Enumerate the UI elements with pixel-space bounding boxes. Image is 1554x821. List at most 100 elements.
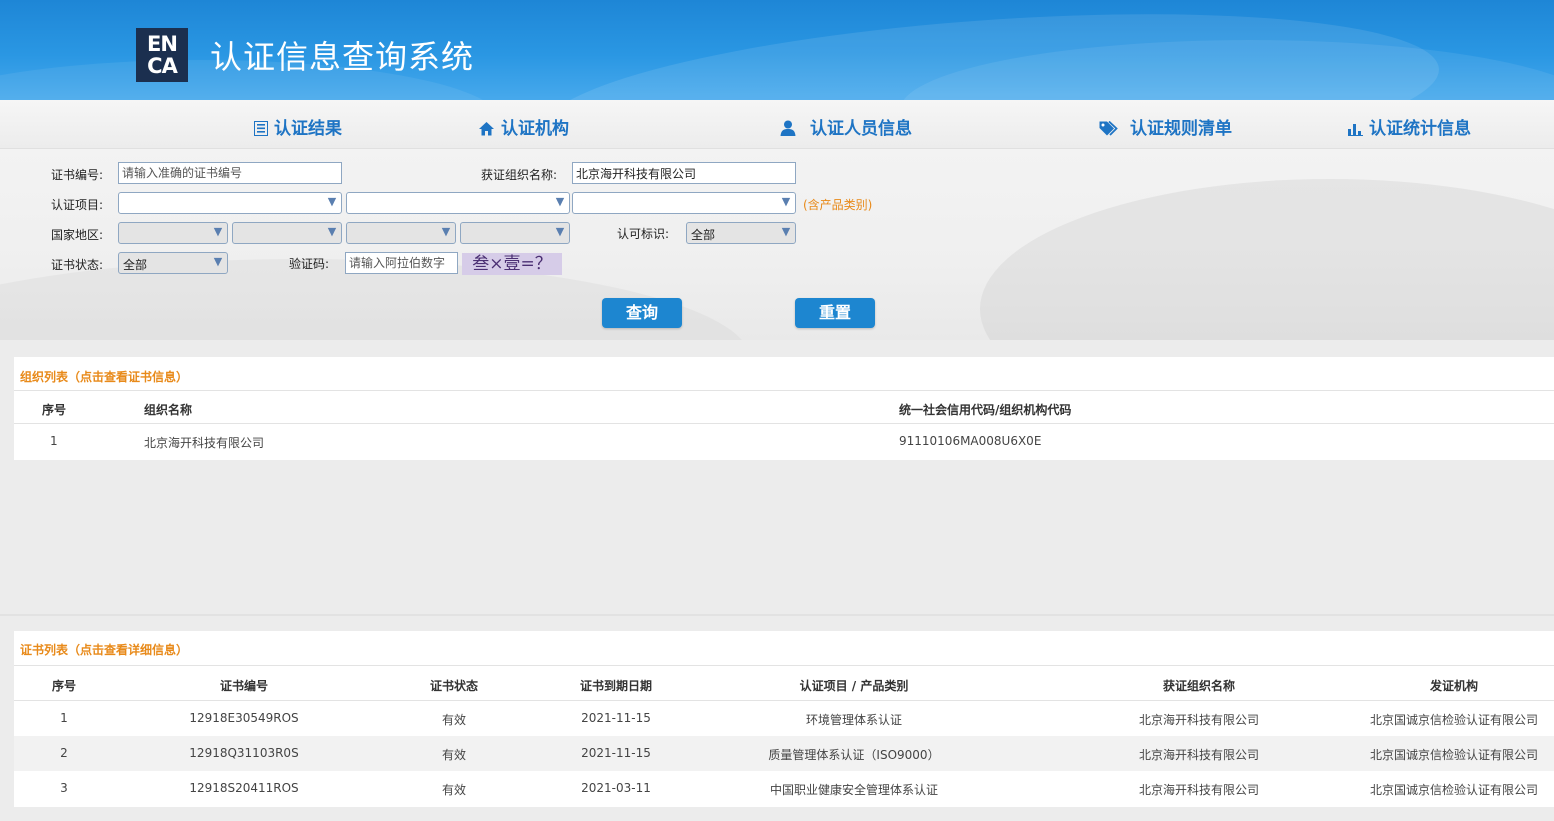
project-select-1[interactable]: ▼ (118, 192, 342, 214)
tags-icon (1099, 120, 1118, 141)
credit-code: 91110106MA008U6X0E (899, 434, 1042, 448)
reset-button[interactable]: 重置 (795, 298, 875, 328)
accredit-select-value: 全部 (691, 228, 716, 242)
cert-list-panel: 证书列表（点击查看详细信息） 序号 证书编号 证书状态 证书到期日期 认证项目 … (14, 631, 1554, 807)
cnca-logo: EN CA (136, 28, 188, 82)
region-select-3[interactable]: ▼ (346, 222, 456, 244)
column-header: 获证组织名称 (1162, 679, 1235, 693)
header-banner: EN CA 认证信息查询系统 (0, 0, 1554, 100)
column-header: 证书状态 (429, 679, 478, 693)
nav-item-personnel[interactable]: 认证人员信息 (780, 114, 912, 141)
nav-label: 认证规则清单 (1130, 119, 1232, 139)
chevron-down-icon: ▼ (555, 225, 565, 238)
chevron-down-icon: ▼ (213, 255, 223, 268)
accredit-label: 认可标识: (617, 227, 670, 241)
cert-expiry: 2021-11-15 (581, 746, 651, 760)
row-number: 2 (60, 746, 68, 760)
app-title: 认证信息查询系统 (210, 38, 475, 76)
list-icon (254, 121, 268, 141)
cert-number: 12918S20411ROS (189, 781, 299, 795)
home-icon (478, 121, 495, 141)
status-select-value: 全部 (123, 258, 148, 272)
main-nav: 认证结果 认证机构 认证人员信息 认证规则清单 认证统计信息 (0, 100, 1554, 149)
nav-item-cert-results[interactable]: 认证结果 (254, 114, 342, 141)
cert-status: 有效 (441, 713, 466, 727)
status-select[interactable]: 全部 ▼ (118, 252, 228, 274)
org-name-input[interactable] (572, 162, 796, 184)
project-label: 认证项目: (51, 198, 104, 212)
nav-label: 认证结果 (274, 119, 342, 139)
cert-issuer: 北京国诚京信检验认证有限公司 (1369, 713, 1538, 727)
cert-status: 有效 (441, 748, 466, 762)
accredit-select[interactable]: 全部 ▼ (686, 222, 796, 244)
chevron-down-icon: ▼ (555, 195, 565, 208)
org-table-header: 序号 组织名称 统一社会信用代码/组织机构代码 (14, 390, 1554, 424)
chevron-down-icon: ▼ (327, 225, 337, 238)
nav-label: 认证机构 (501, 119, 569, 139)
chevron-down-icon: ▼ (213, 225, 223, 238)
product-category-hint: (含产品类别) (803, 198, 873, 212)
nav-item-rules[interactable]: 认证规则清单 (1099, 114, 1232, 141)
cert-expiry: 2021-03-11 (581, 781, 651, 795)
column-header: 证书编号 (219, 679, 268, 693)
region-label: 国家地区: (51, 228, 104, 242)
query-button[interactable]: 查询 (602, 298, 682, 328)
project-select-2[interactable]: ▼ (346, 192, 570, 214)
cert-issuer: 北京国诚京信检验认证有限公司 (1369, 783, 1538, 797)
region-select-2[interactable]: ▼ (232, 222, 342, 244)
captcha-label: 验证码: (289, 257, 330, 271)
project-select-3[interactable]: ▼ (572, 192, 796, 214)
cert-number: 12918Q31103R0S (189, 746, 299, 760)
cert-project: 中国职业健康安全管理体系认证 (769, 783, 938, 797)
table-row[interactable]: 3 12918S20411ROS 有效 2021-03-11 中国职业健康安全管… (14, 771, 1554, 806)
region-select-1[interactable]: ▼ (118, 222, 228, 244)
nav-item-statistics[interactable]: 认证统计信息 (1348, 114, 1471, 141)
row-number: 1 (60, 711, 68, 725)
table-row[interactable]: 1 12918E30549ROS 有效 2021-11-15 环境管理体系认证 … (14, 701, 1554, 736)
cert-status: 有效 (441, 783, 466, 797)
section-divider (0, 614, 1554, 616)
user-icon (780, 120, 796, 141)
cert-no-label: 证书编号: (51, 168, 104, 182)
column-header: 认证项目 / 产品类别 (799, 679, 909, 693)
background-hill (980, 179, 1554, 340)
org-name-label: 获证组织名称: (481, 168, 558, 182)
nav-item-cert-bodies[interactable]: 认证机构 (478, 114, 569, 141)
region-select-4[interactable]: ▼ (460, 222, 570, 244)
org-list-panel: 组织列表（点击查看证书信息） 序号 组织名称 统一社会信用代码/组织机构代码 1… (14, 357, 1554, 460)
chevron-down-icon: ▼ (441, 225, 451, 238)
bar-chart-icon (1348, 121, 1363, 141)
cert-org: 北京海开科技有限公司 (1138, 783, 1259, 797)
cert-expiry: 2021-11-15 (581, 711, 651, 725)
org-name: 北京海开科技有限公司 (144, 436, 265, 450)
nav-label: 认证人员信息 (810, 119, 912, 139)
column-header: 组织名称 (144, 403, 193, 417)
row-number: 1 (50, 434, 58, 448)
cert-table-header: 序号 证书编号 证书状态 证书到期日期 认证项目 / 产品类别 获证组织名称 发… (14, 665, 1554, 701)
cert-org: 北京海开科技有限公司 (1138, 748, 1259, 762)
table-row[interactable]: 2 12918Q31103R0S 有效 2021-11-15 质量管理体系认证（… (14, 736, 1554, 771)
column-header: 发证机构 (1429, 679, 1478, 693)
cert-no-input[interactable] (118, 162, 342, 184)
chevron-down-icon: ▼ (327, 195, 337, 208)
nav-label: 认证统计信息 (1369, 119, 1471, 139)
column-header: 序号 (51, 679, 76, 693)
cert-number: 12918E30549ROS (189, 711, 299, 725)
status-label: 证书状态: (51, 258, 104, 272)
cert-org: 北京海开科技有限公司 (1138, 713, 1259, 727)
chevron-down-icon: ▼ (781, 195, 791, 208)
cert-project: 质量管理体系认证（ISO9000） (768, 748, 940, 762)
column-header: 统一社会信用代码/组织机构代码 (899, 403, 1072, 417)
column-header: 序号 (42, 403, 67, 417)
cert-issuer: 北京国诚京信检验认证有限公司 (1369, 748, 1538, 762)
captcha-input[interactable] (345, 252, 458, 274)
column-header: 证书到期日期 (579, 679, 652, 693)
cert-list-title: 证书列表（点击查看详细信息） (20, 643, 189, 657)
row-number: 3 (60, 781, 68, 795)
org-list-title: 组织列表（点击查看证书信息） (20, 370, 189, 384)
chevron-down-icon: ▼ (781, 225, 791, 238)
captcha-image[interactable]: 叁×壹=？ (462, 253, 562, 275)
search-panel: 证书编号: 获证组织名称: 认证项目: ▼ ▼ ▼ (含产品类别) 国家地区: … (0, 149, 1554, 340)
cert-project: 环境管理体系认证 (805, 713, 902, 727)
table-row[interactable]: 1 北京海开科技有限公司 91110106MA008U6X0E (14, 424, 1554, 459)
